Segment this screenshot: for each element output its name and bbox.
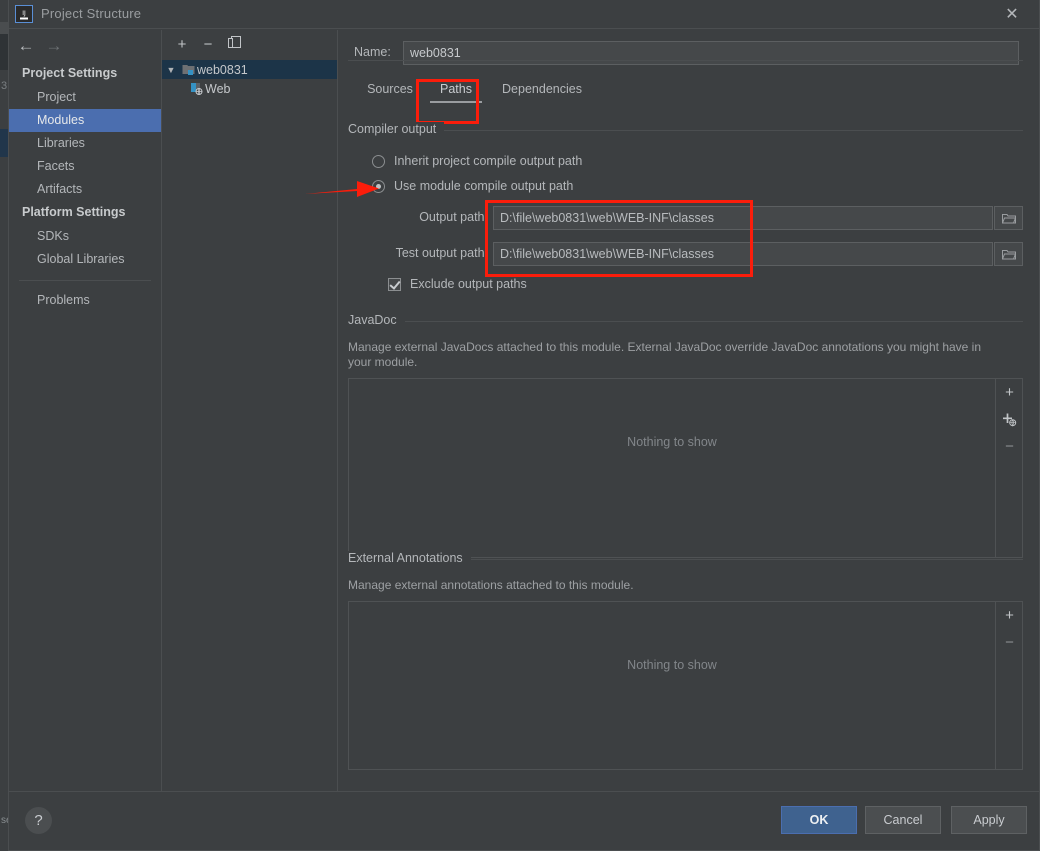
group-rule — [348, 130, 1023, 131]
tree-node-label: web0831 — [197, 62, 248, 77]
javadoc-header: JavaDoc — [348, 313, 1023, 328]
test-output-path-input[interactable]: D:\file\web0831\web\WEB-INF\classes — [493, 242, 993, 266]
module-name-label: Name: — [354, 45, 391, 59]
output-path-row: Output path: D:\file\web0831\web\WEB-INF… — [348, 206, 1023, 230]
output-path-input[interactable]: D:\file\web0831\web\WEB-INF\classes — [493, 206, 993, 230]
add-annotation-button[interactable]: + — [996, 602, 1023, 629]
annotations-list[interactable]: Nothing to show — [349, 602, 995, 769]
test-output-path-label-wrap: Test output path: — [348, 242, 488, 266]
copy-icon[interactable] — [224, 35, 244, 55]
tree-node-label: Web — [205, 81, 231, 96]
add-javadoc-url-button[interactable] — [996, 406, 1023, 433]
tabs-divider — [348, 60, 1023, 61]
radio-inherit-label: Inherit project compile output path — [394, 154, 583, 168]
javadoc-list-buttons: + − — [995, 379, 1022, 557]
sidebar-group-project-settings: Project Settings — [22, 66, 118, 80]
module-tabs: Sources Paths Dependencies — [354, 76, 1039, 106]
modules-toolbar: + − — [162, 30, 337, 60]
compiler-output-header: Compiler output — [348, 122, 1023, 137]
sidebar-item-modules[interactable]: Modules — [9, 109, 161, 132]
nav-history-controls: ← → — [9, 30, 161, 62]
add-javadoc-button[interactable]: + — [996, 379, 1023, 406]
folder-icon[interactable] — [994, 206, 1023, 230]
sidebar-item-sdks[interactable]: SDKs — [9, 225, 161, 248]
module-editor-panel: Name: Sources Paths Dependencies Compile… — [338, 30, 1039, 791]
close-icon[interactable]: ✕ — [1001, 4, 1023, 26]
chevron-down-icon[interactable]: ▼ — [162, 65, 180, 75]
sidebar-divider — [19, 280, 151, 281]
javadoc-list-panel: Nothing to show + − — [348, 378, 1023, 558]
tree-node-web[interactable]: Web — [162, 79, 337, 98]
external-annotations-title: External Annotations — [348, 551, 471, 565]
inherit-output-radio-row[interactable]: Inherit project compile output path — [348, 150, 1023, 172]
compiler-output-group: Compiler output Inherit project compile … — [348, 122, 1023, 295]
module-name-row: Name: — [338, 30, 1039, 76]
javadoc-description: Manage external JavaDocs attached to thi… — [348, 340, 982, 369]
checkbox-exclude-output-paths[interactable] — [388, 277, 401, 291]
external-annotations-header: External Annotations — [348, 551, 1023, 566]
sidebar-item-facets[interactable]: Facets — [9, 155, 161, 178]
tab-paths[interactable]: Paths — [426, 76, 486, 106]
annotations-list-buttons: + − — [995, 602, 1022, 769]
svg-text:IJ: IJ — [22, 10, 26, 17]
remove-javadoc-button[interactable]: − — [996, 433, 1023, 460]
dialog-titlebar: IJ Project Structure ✕ — [9, 0, 1039, 29]
annotations-empty-text: Nothing to show — [627, 658, 717, 672]
external-annotations-group: External Annotations Manage external ann… — [348, 551, 1023, 770]
intellij-idea-logo-icon: IJ — [15, 5, 33, 23]
sidebar-group-platform-settings: Platform Settings — [22, 205, 126, 219]
sidebar-item-artifacts[interactable]: Artifacts — [9, 178, 161, 201]
output-path-label: Output path: — [419, 210, 488, 224]
remove-annotation-button[interactable]: − — [996, 629, 1023, 656]
tab-dependencies[interactable]: Dependencies — [486, 76, 598, 106]
test-output-path-row: Test output path: D:\file\web0831\web\WE… — [348, 242, 1023, 266]
arrow-left-icon[interactable]: ← — [15, 36, 37, 56]
sidebar-item-problems[interactable]: Problems — [9, 289, 161, 312]
exclude-output-paths-row[interactable]: Exclude output paths — [348, 273, 1023, 295]
folder-icon[interactable] — [994, 242, 1023, 266]
plus-icon[interactable]: + — [172, 35, 192, 55]
exclude-output-paths-label: Exclude output paths — [410, 277, 527, 291]
output-path-label-wrap: Output path: — [348, 206, 488, 230]
module-name-input[interactable] — [403, 41, 1019, 65]
cancel-button[interactable]: Cancel — [865, 806, 941, 834]
compiler-output-title: Compiler output — [348, 122, 445, 136]
module-folder-icon — [180, 64, 197, 76]
dialog-footer: ? OK Cancel Apply — [9, 791, 1039, 850]
use-module-output-radio-row[interactable]: Use module compile output path — [348, 175, 1023, 197]
javadoc-list[interactable]: Nothing to show — [349, 379, 995, 557]
tree-node-web0831[interactable]: ▼ web0831 — [162, 60, 337, 79]
dialog-content: ← → Project Settings Project Modules Lib… — [9, 30, 1039, 791]
sidebar-item-global-libraries[interactable]: Global Libraries — [9, 248, 161, 271]
ok-button[interactable]: OK — [781, 806, 857, 834]
radio-use-module-output[interactable] — [372, 179, 385, 193]
sidebar-item-project[interactable]: Project — [9, 86, 161, 109]
radio-use-module-label: Use module compile output path — [394, 179, 574, 193]
external-annotations-description: Manage external annotations attached to … — [348, 578, 634, 592]
minus-icon[interactable]: − — [198, 35, 218, 55]
tab-sources[interactable]: Sources — [354, 76, 426, 106]
javadoc-empty-text: Nothing to show — [627, 435, 717, 449]
dialog-title: Project Structure — [41, 6, 142, 21]
apply-button[interactable]: Apply — [951, 806, 1027, 834]
sidebar-item-libraries[interactable]: Libraries — [9, 132, 161, 155]
test-output-path-label: Test output path: — [395, 246, 488, 260]
group-rule — [348, 321, 1023, 322]
settings-sidebar: ← → Project Settings Project Modules Lib… — [9, 30, 162, 791]
arrow-right-icon[interactable]: → — [43, 36, 65, 56]
javadoc-group: JavaDoc Manage external JavaDocs attache… — [348, 313, 1023, 558]
modules-tree-panel: + − ▼ web0831 Web — [162, 30, 338, 791]
javadoc-title: JavaDoc — [348, 313, 405, 327]
help-button[interactable]: ? — [25, 807, 52, 834]
project-structure-dialog: IJ Project Structure ✕ ← → Project Setti… — [8, 0, 1040, 851]
annotations-list-panel: Nothing to show + − — [348, 601, 1023, 770]
radio-inherit-project-output[interactable] — [372, 154, 385, 168]
web-facet-icon — [188, 82, 205, 95]
